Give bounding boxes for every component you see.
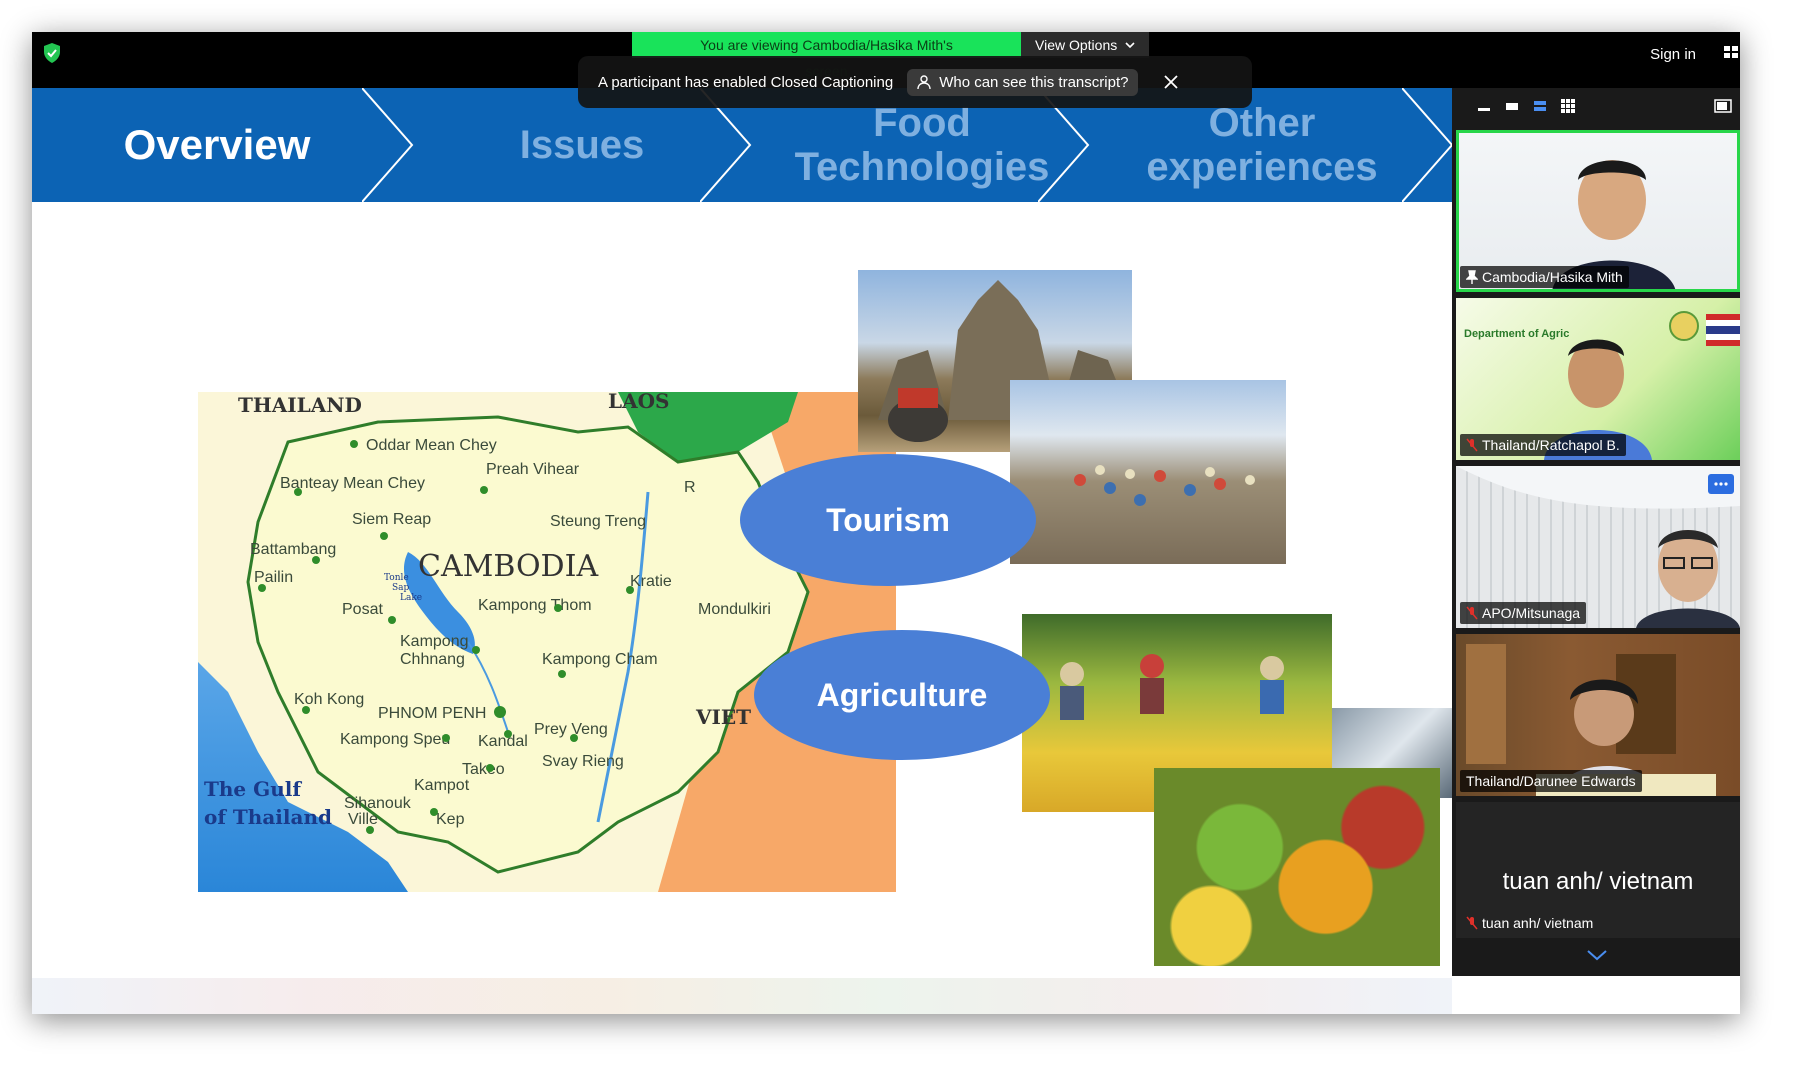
map-label-lake: Lake	[400, 593, 422, 603]
map-place: Banteay Mean Chey	[280, 475, 425, 492]
participant-name: APO/Mitsunaga	[1482, 605, 1581, 621]
slide-tab-label: experiences	[1146, 145, 1378, 189]
map-place: Kratie	[630, 573, 672, 590]
map-label-lake: Tonle	[384, 573, 409, 583]
who-can-see-label: Who can see this transcript?	[939, 73, 1129, 91]
speaker-view-icon[interactable]	[1504, 98, 1520, 114]
map-label-lake: Sap	[392, 583, 410, 593]
slide-tab-label: Issues	[519, 123, 645, 167]
participant-name-tag: Cambodia/Hasika Mith	[1460, 266, 1629, 288]
participant-name: Thailand/Ratchapol B.	[1482, 437, 1620, 453]
participant-name-tag: Thailand/Darunee Edwards	[1460, 770, 1642, 792]
map-place: Sihanouk	[344, 795, 412, 812]
map-place: Kampong Thom	[478, 597, 592, 614]
participant-tile[interactable]: Cambodia/Hasika Mith	[1456, 130, 1740, 292]
photo-tourist-crowd	[1010, 380, 1286, 564]
strip-view-icon[interactable]	[1532, 98, 1548, 114]
map-place: Battambang	[250, 541, 336, 558]
chevron-divider	[362, 88, 414, 202]
grid-icon[interactable]	[1722, 44, 1740, 60]
participant-tile[interactable]: Department of Agric Thailand/Ratchapol B…	[1456, 298, 1740, 460]
chevron-down-icon	[1125, 41, 1135, 48]
map-place: PHNOM PENH	[378, 705, 486, 722]
view-options-button[interactable]: View Options	[1021, 32, 1150, 58]
participant-name: Thailand/Darunee Edwards	[1466, 773, 1636, 789]
muted-mic-icon	[1466, 438, 1478, 452]
map-place: Kampong Speu	[340, 731, 450, 748]
participant-name-tag: tuan anh/ vietnam	[1460, 912, 1599, 934]
map-place: Kampong Cham	[542, 651, 658, 668]
map-place: Mondulkiri	[698, 601, 771, 618]
map-place: Ville	[348, 811, 378, 828]
map-label-gulf: of Thailand	[204, 805, 332, 829]
tourism-bubble: Tourism	[740, 454, 1036, 586]
slide-tab-label: Overview	[123, 121, 311, 168]
agriculture-label: Agriculture	[816, 676, 988, 713]
slide-tab-label: Technologies	[794, 145, 1050, 189]
map-place: Takeo	[462, 761, 505, 778]
muted-mic-icon	[1466, 606, 1478, 620]
sign-in-button[interactable]: Sign in	[1644, 42, 1702, 68]
map-place: Posat	[342, 601, 383, 618]
participant-name-tag: APO/Mitsunaga	[1460, 602, 1587, 624]
tourism-label: Tourism	[826, 501, 950, 538]
map-place: Kampong	[400, 633, 469, 650]
pin-icon	[1466, 270, 1478, 284]
map-label-laos: LAOS	[608, 392, 669, 413]
map-label-gulf: The Gulf	[204, 777, 302, 801]
minimize-icon[interactable]	[1476, 98, 1492, 114]
slide-tab-overview: Overview	[72, 88, 362, 202]
gallery-toolbar	[1452, 88, 1740, 124]
map-place: Siem Reap	[352, 511, 431, 528]
map-place: Koh Kong	[294, 691, 364, 708]
slide-footer-strip	[32, 978, 1452, 1014]
who-can-see-transcript-button[interactable]: Who can see this transcript?	[907, 68, 1139, 96]
map-place: Pailin	[254, 569, 293, 586]
cambodia-map: THAILAND LAOS VIET CAMBODIA The Gulf of …	[198, 392, 896, 892]
map-label-vietnam: VIET	[695, 705, 751, 729]
participant-name: Cambodia/Hasika Mith	[1482, 269, 1623, 285]
person-icon	[917, 75, 931, 90]
chevron-down-icon[interactable]	[1586, 948, 1608, 962]
agriculture-bubble: Agriculture	[754, 630, 1050, 760]
map-place: Steung Treng	[550, 513, 646, 530]
participant-background-banner: Department of Agric	[1464, 328, 1570, 340]
map-place: Oddar Mean Chey	[366, 437, 497, 454]
participant-gallery-panel: Cambodia/Hasika Mith Department of Agric…	[1452, 88, 1740, 976]
muted-mic-icon	[1466, 916, 1478, 930]
map-place: Prey Veng	[534, 721, 608, 738]
map-label-r: R	[684, 479, 696, 496]
participant-tile[interactable]: APO/Mitsunaga	[1456, 466, 1740, 628]
map-place: Kep	[436, 811, 465, 828]
gallery-view-icon[interactable]	[1560, 98, 1576, 114]
crowd-illustration	[1074, 465, 1255, 506]
close-icon[interactable]	[1164, 75, 1179, 89]
closed-caption-notification: A participant has enabled Closed Caption…	[578, 56, 1252, 108]
map-label-cambodia: CAMBODIA	[418, 549, 598, 584]
shared-slide: Overview Issues Food Technologies Other …	[32, 88, 1452, 1014]
map-label-thailand: THAILAND	[238, 393, 362, 417]
chevron-divider	[1402, 88, 1452, 202]
photo-tropical-fruits	[1154, 768, 1440, 966]
more-options-button[interactable]	[1708, 474, 1734, 494]
map-place: Svay Rieng	[542, 753, 624, 770]
map-place: Preah Vihear	[486, 461, 580, 478]
map-place: Chhnang	[400, 651, 465, 668]
shield-icon[interactable]	[42, 42, 62, 64]
participant-tile[interactable]: tuan anh/ vietnam tuan anh/ vietnam	[1456, 802, 1740, 938]
participant-tile[interactable]: Thailand/Darunee Edwards	[1456, 634, 1740, 796]
more-icon	[1714, 482, 1728, 486]
participant-name: tuan anh/ vietnam	[1482, 915, 1594, 931]
exit-panel-icon[interactable]	[1714, 98, 1732, 114]
view-options-label: View Options	[1035, 37, 1118, 53]
participant-name-tag: Thailand/Ratchapol B.	[1460, 434, 1626, 456]
share-banner-text: You are viewing Cambodia/Hasika Mith's s…	[632, 32, 1021, 79]
map-place: Kampot	[414, 777, 470, 794]
zoom-window: You are viewing Cambodia/Hasika Mith's s…	[32, 32, 1740, 1014]
screen-share-banner: You are viewing Cambodia/Hasika Mith's s…	[632, 32, 1150, 79]
map-place: Kandal	[478, 733, 528, 750]
participant-display-name: tuan anh/ vietnam	[1502, 868, 1694, 895]
cc-message: A participant has enabled Closed Caption…	[598, 73, 894, 91]
